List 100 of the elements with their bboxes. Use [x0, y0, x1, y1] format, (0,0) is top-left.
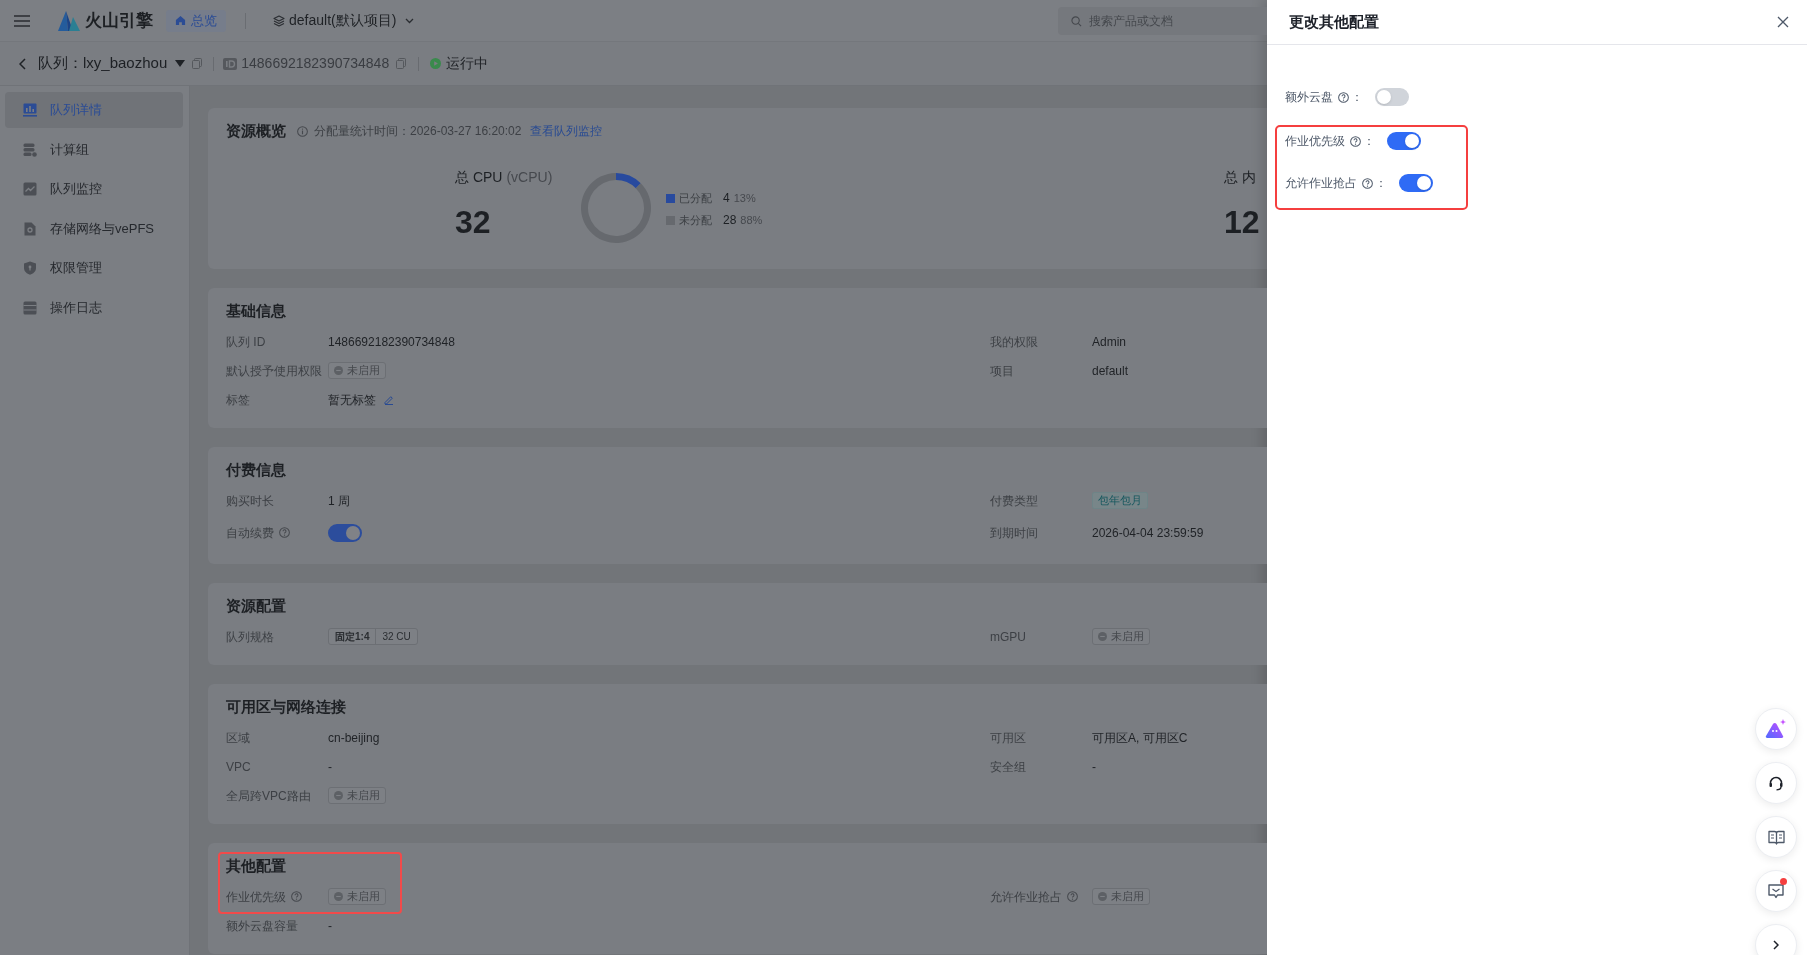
mountain-logo-icon [58, 10, 80, 31]
field-label: 我的权限 [990, 333, 1038, 351]
section-title: 资源配置 [226, 595, 286, 616]
field-value: - [328, 917, 332, 935]
book-icon [1767, 829, 1785, 845]
field-value: Admin [1092, 333, 1126, 351]
queue-title: 队列：lxy_baozhou [38, 53, 168, 74]
field-label: mGPU [990, 628, 1026, 646]
play-status-icon [430, 58, 442, 69]
sidebar-item[interactable]: 操作日志 [5, 289, 183, 326]
spec-text: 32 CU [375, 629, 417, 644]
search-icon [1071, 15, 1082, 27]
section-title: 可用区与网络连接 [226, 696, 346, 717]
home-tab[interactable]: 总览 [166, 9, 226, 32]
mountain-sparkle-icon [1765, 719, 1787, 739]
section-title: 基础信息 [226, 300, 286, 321]
section-title: 付费信息 [226, 459, 286, 480]
field-label: 作业优先级 [226, 888, 286, 906]
field-label: 可用区 [990, 729, 1026, 747]
metric-label: 总 CPU [455, 167, 503, 187]
metric-label: 总 内 [1224, 167, 1256, 187]
field-label: 允许作业抢占 [1285, 175, 1357, 192]
metric-value: 12 [1224, 203, 1260, 242]
close-button[interactable] [1776, 15, 1790, 29]
chat-bubble-icon [1768, 883, 1784, 899]
minus-circle-icon [1098, 632, 1107, 641]
monitor-chart-icon [23, 182, 37, 196]
info-icon [297, 125, 308, 137]
help-icon[interactable] [1362, 177, 1373, 189]
section-title: 资源概览 [226, 120, 286, 141]
layers-icon [273, 14, 285, 27]
home-icon [175, 15, 186, 26]
close-icon [1777, 16, 1789, 28]
bar-chart-icon [23, 103, 37, 117]
legend-value: 4 [723, 190, 730, 207]
drawer-title: 更改其他配置 [1289, 11, 1379, 32]
chevron-right-icon [1773, 940, 1779, 950]
sidebar-item[interactable]: 存储网络与vePFS [5, 210, 183, 247]
spec-text: 固定1:4 [334, 630, 371, 644]
field-label: 付费类型 [990, 492, 1038, 510]
field-value: 暂无标签 [328, 391, 376, 409]
field-value: 1 周 [328, 492, 350, 510]
back-icon[interactable] [19, 57, 26, 70]
id-card-icon [223, 57, 238, 70]
billing-badge: 包年包月 [1092, 492, 1148, 509]
field-label: 作业优先级 [1285, 133, 1345, 150]
menu-icon[interactable] [14, 14, 30, 27]
chevron-down-icon [405, 17, 415, 24]
legend-label: 未分配 [679, 212, 713, 228]
field-value: - [1092, 758, 1096, 776]
sidebar-item[interactable]: 队列监控 [5, 171, 183, 207]
notification-dot-icon [1780, 878, 1787, 885]
field-value: 1486692182390734848 [328, 333, 455, 351]
minus-circle-icon [334, 366, 343, 375]
metric-value: 32 [455, 203, 491, 242]
shield-icon [23, 261, 37, 275]
toggle-switch[interactable] [1375, 88, 1409, 106]
label-colon: ： [1351, 89, 1363, 106]
queue-id: 1486692182390734848 [241, 54, 390, 73]
monitor-link[interactable]: 查看队列监控 [530, 122, 603, 140]
field-label: 额外云盘 [1285, 89, 1333, 106]
field-value: - [328, 758, 332, 776]
field-label: 标签 [226, 391, 250, 409]
project-selector[interactable]: default(默认项目) [273, 10, 415, 31]
sidebar-item[interactable]: 权限管理 [5, 250, 183, 286]
legend-label: 已分配 [679, 190, 713, 206]
field-label: 默认授予使用权限 [226, 362, 322, 380]
label-colon: ： [1375, 175, 1387, 192]
field-value: cn-beijing [328, 729, 380, 747]
field-label: 队列 ID [226, 333, 266, 351]
sidebar-item[interactable]: 计算组 [5, 131, 183, 168]
minus-circle-icon [334, 892, 343, 901]
file-gear-icon [23, 221, 37, 236]
pencil-icon[interactable] [384, 394, 394, 405]
minus-circle-icon [1098, 892, 1107, 901]
help-icon[interactable] [1350, 135, 1361, 147]
field-label: 允许作业抢占 [990, 888, 1062, 906]
field-label: 安全组 [990, 758, 1026, 776]
legend-value: 28 [723, 212, 737, 229]
label-colon: ： [1363, 133, 1375, 150]
caret-down-icon[interactable] [175, 60, 186, 67]
help-icon[interactable] [1338, 91, 1349, 103]
section-title: 其他配置 [226, 855, 286, 876]
toggle-switch[interactable] [1399, 174, 1433, 192]
logo-text: 火山引擎 [85, 9, 153, 32]
field-label: 队列规格 [226, 628, 274, 646]
field-label: 区域 [226, 729, 250, 747]
headset-icon [1768, 775, 1784, 791]
toggle-switch[interactable] [328, 523, 362, 542]
minus-circle-icon [334, 791, 343, 800]
status-text: 运行中 [446, 54, 489, 73]
log-list-icon [23, 300, 37, 315]
field-label: 项目 [990, 362, 1014, 380]
field-value: 可用区A, 可用区C [1092, 729, 1188, 747]
field-label: VPC [226, 758, 251, 776]
database-icon [23, 142, 37, 157]
field-label: 购买时长 [226, 492, 274, 510]
field-value: default [1092, 362, 1129, 380]
field-value: 2026-04-04 23:59:59 [1092, 524, 1204, 542]
toggle-switch[interactable] [1387, 132, 1421, 150]
